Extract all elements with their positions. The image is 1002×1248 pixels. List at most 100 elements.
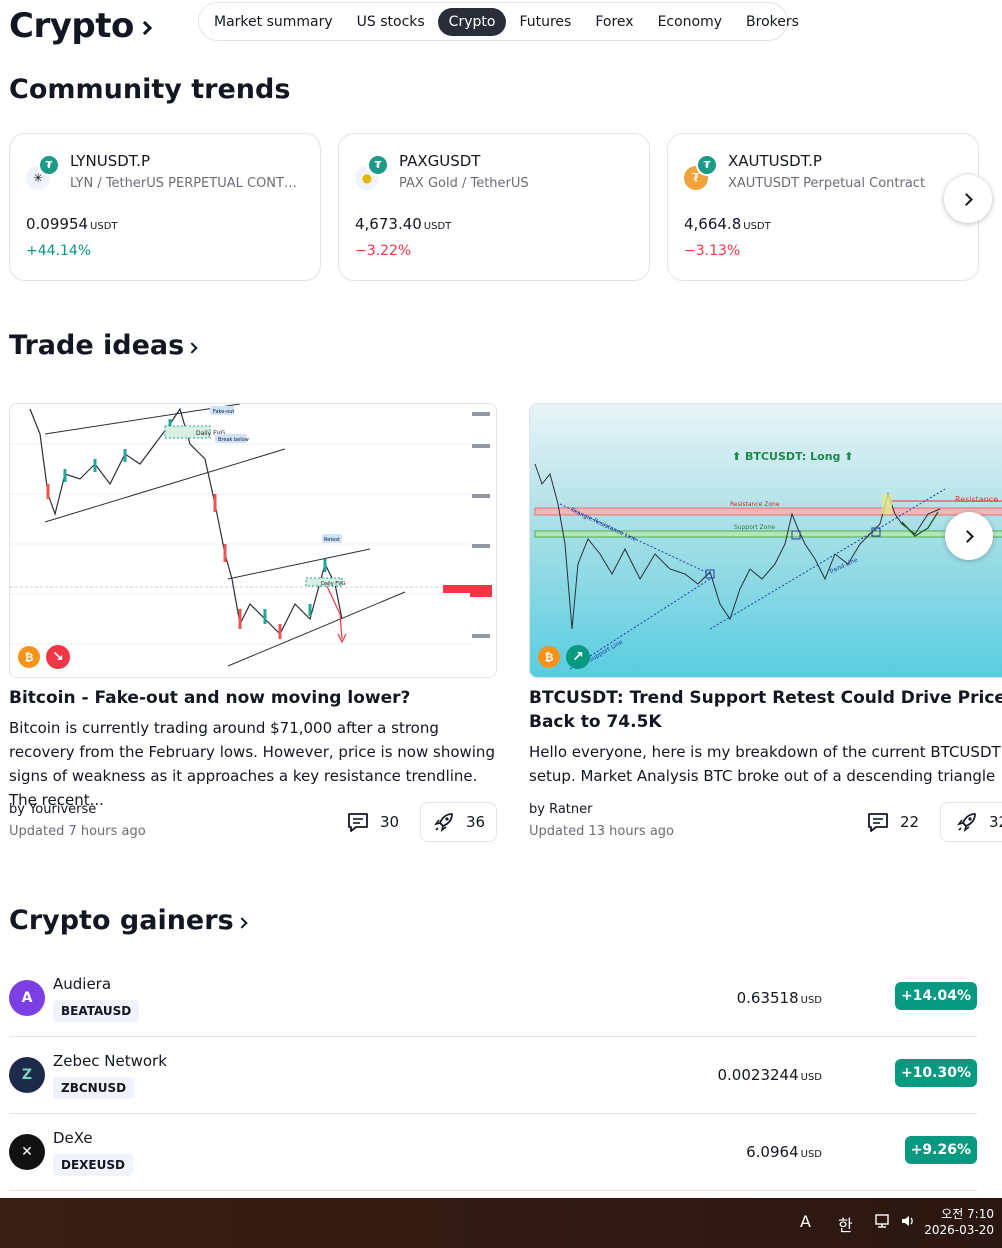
chart-annotation: Retest — [324, 537, 340, 543]
clock-date: 2026-03-20 — [924, 1223, 994, 1237]
page-title-link[interactable]: Crypto — [9, 6, 152, 46]
symbol-logo: ₮ ₮ — [684, 154, 720, 190]
crypto-gainers-link[interactable]: Crypto gainers — [9, 905, 248, 936]
ime-hangul-indicator[interactable]: 한 — [838, 1212, 853, 1236]
idea-card: Daily FVG Fake-out Break below Retest Da… — [9, 403, 497, 842]
bitcoin-icon: ₿ — [538, 646, 560, 668]
idea-title[interactable]: BTCUSDT: Trend Support Retest Could Driv… — [529, 686, 1002, 734]
community-next-button[interactable] — [944, 175, 992, 223]
idea-chart-graphic: Daily FVG Fake-out Break below Retest Da… — [10, 404, 496, 677]
boost-button[interactable]: 32 — [940, 802, 1002, 842]
comment-icon — [868, 813, 888, 832]
gainer-row[interactable]: A Audiera BEATAUSD 0.63518 USD +14.04% — [9, 960, 977, 1037]
ime-alpha-indicator[interactable]: A — [800, 1212, 811, 1231]
symbol-logo: ✳ ₮ — [26, 154, 62, 190]
zebec-logo: Z — [9, 1057, 45, 1093]
gainer-row[interactable]: ✕ DeXe DEXEUSD 6.0964 USD +9.26% — [9, 1114, 977, 1191]
gainer-change-badge: +9.26% — [904, 1136, 977, 1164]
comments-button[interactable]: 30 — [346, 811, 399, 833]
trend-card[interactable]: ● ₮ PAXGUSDT PAX Gold / TetherUS 4,673.4… — [338, 133, 650, 281]
gainer-price: 6.0964 USD — [746, 1143, 822, 1161]
tab-us-stocks[interactable]: US stocks — [346, 8, 436, 36]
rocket-icon — [433, 813, 453, 832]
trend-price: 4,673.40 USDT — [355, 215, 452, 233]
trade-ideas-link[interactable]: Trade ideas — [9, 330, 198, 361]
trend-description: XAUTUSDT Perpetual Contract — [728, 176, 926, 191]
short-arrow-icon: ↘ — [46, 645, 70, 669]
tab-brokers[interactable]: Brokers — [735, 8, 810, 36]
trade-ideas-heading: Trade ideas — [9, 330, 185, 361]
boost-button[interactable]: 36 — [420, 802, 497, 842]
market-tabs: Market summary US stocks Crypto Futures … — [198, 2, 799, 41]
trend-change: −3.13% — [684, 243, 741, 259]
audiera-logo: A — [9, 980, 45, 1016]
symbol-logo: ● ₮ — [355, 154, 391, 190]
trend-description: LYN / TetherUS PERPETUAL CONTRACT — [70, 176, 305, 191]
idea-author[interactable]: by Ratner — [529, 802, 592, 817]
gainer-change-badge: +10.30% — [894, 1059, 977, 1087]
system-clock[interactable]: 오전 7:10 2026-03-20 — [924, 1206, 994, 1238]
gainer-name: Audiera — [53, 975, 112, 993]
idea-body: Hello everyone, here is my breakdown of … — [529, 743, 1001, 785]
idea-title[interactable]: Bitcoin - Fake-out and now moving lower? — [9, 686, 497, 710]
tether-icon: ₮ — [696, 154, 718, 176]
crypto-gainers-heading: Crypto gainers — [9, 905, 234, 936]
gainer-ticker[interactable]: BEATAUSD — [53, 1000, 140, 1022]
tether-icon: ₮ — [367, 154, 389, 176]
boost-count: 36 — [465, 813, 486, 831]
boost-count: 32 — [989, 813, 1002, 831]
trend-price: 0.09954 USDT — [26, 215, 118, 233]
tab-economy[interactable]: Economy — [647, 8, 733, 36]
comment-count: 22 — [900, 813, 920, 831]
chart-annotation: Support Zone — [734, 524, 775, 531]
chevron-right-icon — [959, 192, 973, 206]
community-trends-heading: Community trends — [9, 74, 291, 105]
long-arrow-icon: ↗ — [566, 645, 590, 669]
crypto-page: Crypto Market summary US stocks Crypto F… — [0, 0, 1002, 1198]
trend-symbol: PAXGUSDT — [399, 152, 481, 170]
chevron-right-icon — [186, 341, 198, 354]
chart-annotation: Fake-out — [213, 409, 234, 415]
tab-forex[interactable]: Forex — [584, 8, 644, 36]
chevron-right-icon — [235, 916, 248, 929]
idea-badges: ₿ ↗ — [538, 645, 590, 669]
gainer-ticker[interactable]: DEXEUSD — [53, 1154, 133, 1176]
chart-annotation: Break below — [218, 437, 249, 443]
trend-change: +44.14% — [26, 243, 92, 259]
idea-chart-image[interactable]: ⬆ BTCUSDT: Long ⬆ Resistance Zone Suppor… — [529, 403, 1002, 678]
gainer-ticker[interactable]: ZBCNUSD — [53, 1077, 135, 1099]
chart-annotation: BTCUSDT: Long — [745, 450, 840, 463]
ideas-next-button[interactable] — [945, 512, 993, 560]
idea-updated: Updated 13 hours ago — [529, 824, 674, 839]
tab-market-summary[interactable]: Market summary — [203, 8, 344, 36]
comment-icon — [348, 813, 368, 832]
trend-symbol: LYNUSDT.P — [70, 152, 150, 170]
trend-card[interactable]: ₮ ₮ XAUTUSDT.P XAUTUSDT Perpetual Contra… — [667, 133, 979, 281]
tab-futures[interactable]: Futures — [508, 8, 582, 36]
trend-symbol: XAUTUSDT.P — [728, 152, 822, 170]
trend-price: 4,664.8 USDT — [684, 215, 771, 233]
dexe-logo: ✕ — [9, 1134, 45, 1170]
volume-icon[interactable] — [899, 1212, 917, 1234]
tether-icon: ₮ — [38, 154, 60, 176]
network-icon[interactable] — [874, 1212, 892, 1234]
chevron-right-icon — [137, 20, 152, 36]
idea-chart-image[interactable]: Daily FVG Fake-out Break below Retest Da… — [9, 403, 497, 678]
idea-body: Bitcoin is currently trading around $71,… — [9, 719, 495, 809]
gainers-list: A Audiera BEATAUSD 0.63518 USD +14.04% Z … — [9, 960, 977, 1191]
comments-button[interactable]: 22 — [866, 811, 919, 833]
page-title: Crypto — [9, 6, 134, 46]
idea-chart-graphic: ⬆ BTCUSDT: Long ⬆ Resistance Zone Suppor… — [530, 404, 1002, 677]
trend-description: PAX Gold / TetherUS — [399, 176, 529, 191]
idea-badges: ₿ ↘ — [18, 645, 70, 669]
gainer-row[interactable]: Z Zebec Network ZBCNUSD 0.0023244 USD +10… — [9, 1037, 977, 1114]
clock-time: 오전 7:10 — [941, 1207, 994, 1221]
idea-author[interactable]: by Youriverse — [9, 802, 96, 817]
community-cards: ✳ ₮ LYNUSDT.P LYN / TetherUS PERPETUAL C… — [9, 133, 979, 281]
chart-annotation: Daily FVG — [321, 581, 346, 587]
gainer-name: Zebec Network — [53, 1052, 167, 1070]
trend-change: −3.22% — [355, 243, 412, 259]
chart-annotation: Resistance Zone — [730, 501, 780, 508]
trend-card[interactable]: ✳ ₮ LYNUSDT.P LYN / TetherUS PERPETUAL C… — [9, 133, 321, 281]
tab-crypto[interactable]: Crypto — [437, 7, 507, 36]
